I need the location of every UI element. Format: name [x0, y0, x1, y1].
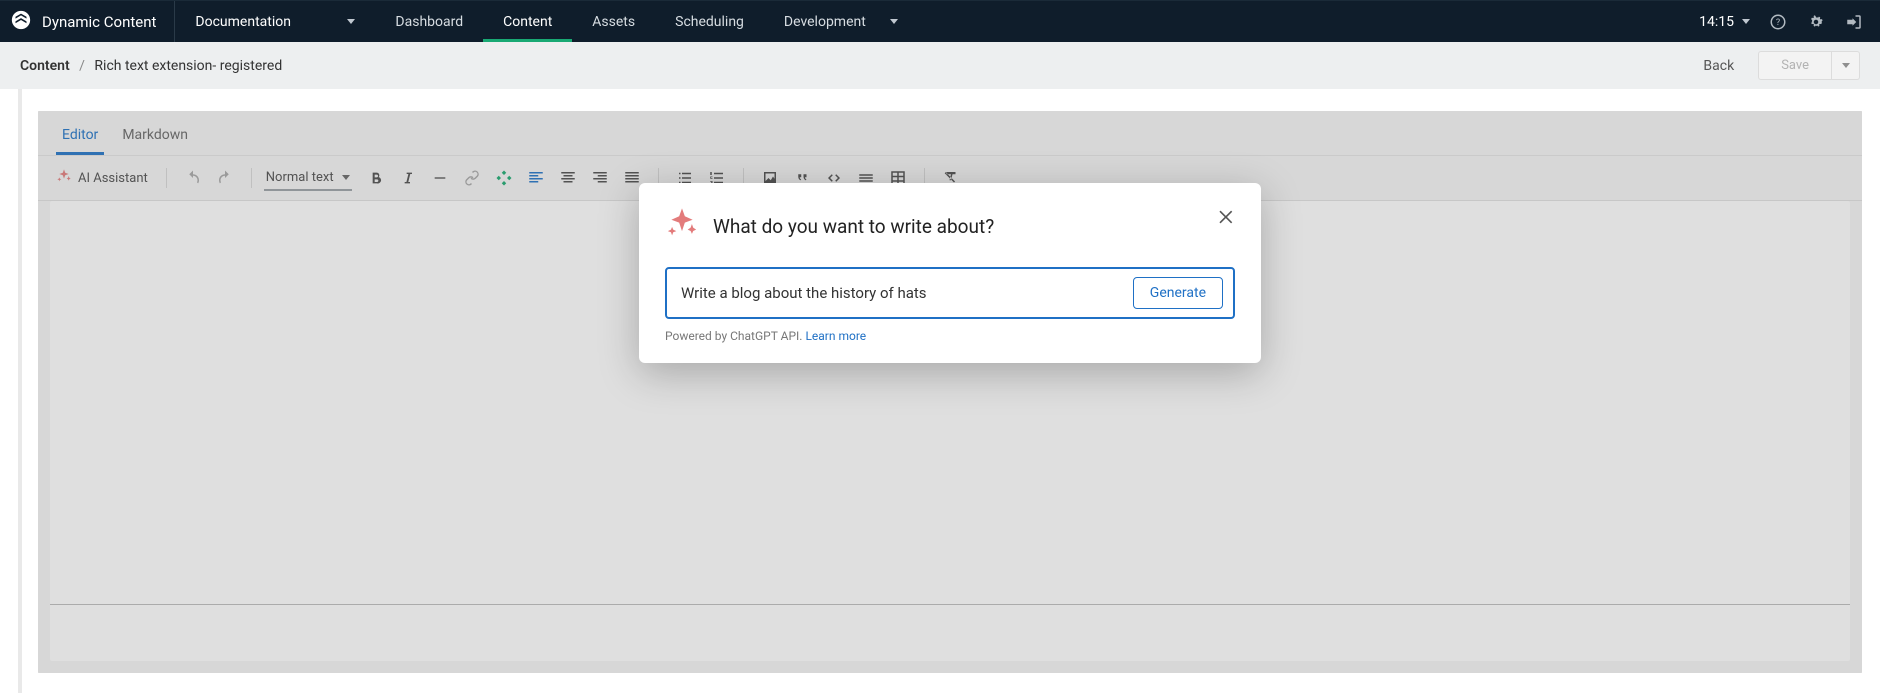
logout-icon[interactable]	[1844, 12, 1864, 32]
modal-overlay: What do you want to write about? Generat…	[38, 111, 1862, 673]
top-nav: Dynamic Content Documentation Dashboard …	[0, 0, 1880, 42]
save-dropdown-button[interactable]	[1832, 51, 1860, 80]
save-button[interactable]: Save	[1758, 51, 1832, 80]
powered-by-text: Powered by ChatGPT API.	[665, 329, 805, 343]
prompt-input-row: Generate	[665, 267, 1235, 319]
brand: Dynamic Content	[0, 1, 175, 42]
nav-tab-content[interactable]: Content	[483, 1, 572, 42]
breadcrumb-separator: /	[79, 58, 85, 74]
breadcrumb: Content / Rich text extension- registere…	[20, 58, 282, 74]
modal-footer: Powered by ChatGPT API. Learn more	[665, 329, 1235, 343]
main-nav-tabs: Dashboard Content Assets Scheduling Deve…	[375, 1, 917, 42]
prompt-input[interactable]	[681, 284, 1121, 302]
left-rail	[18, 89, 22, 693]
settings-icon[interactable]	[1806, 12, 1826, 32]
nav-tab-label: Dashboard	[395, 14, 463, 30]
nav-tab-label: Content	[503, 14, 552, 30]
back-link[interactable]: Back	[1703, 58, 1734, 74]
chevron-down-icon	[1842, 63, 1850, 68]
close-button[interactable]	[1213, 203, 1241, 231]
nav-tab-label: Scheduling	[675, 14, 744, 30]
brand-label: Dynamic Content	[42, 13, 156, 31]
chevron-down-icon	[1742, 19, 1750, 24]
subheader: Content / Rich text extension- registere…	[0, 42, 1880, 89]
nav-tab-assets[interactable]: Assets	[572, 1, 655, 42]
editor-card: Editor Markdown AI Assistant Normal text	[38, 111, 1862, 673]
hub-selector[interactable]: Documentation	[175, 1, 375, 42]
hub-name: Documentation	[195, 14, 291, 30]
ai-prompt-modal: What do you want to write about? Generat…	[639, 183, 1261, 363]
chevron-down-icon	[890, 19, 898, 24]
svg-text:?: ?	[1776, 18, 1780, 28]
modal-header: What do you want to write about?	[665, 207, 1235, 245]
nav-tab-scheduling[interactable]: Scheduling	[655, 1, 764, 42]
breadcrumb-current: Rich text extension- registered	[94, 58, 282, 74]
nav-right: 14:15 ?	[1699, 1, 1880, 42]
brand-logo-icon	[10, 9, 32, 35]
clock-time: 14:15	[1699, 14, 1734, 30]
save-button-group: Save	[1758, 51, 1860, 80]
chevron-down-icon	[347, 19, 355, 24]
close-icon	[1217, 207, 1237, 227]
subheader-actions: Back Save	[1703, 51, 1860, 80]
generate-button[interactable]: Generate	[1133, 277, 1223, 309]
breadcrumb-root[interactable]: Content	[20, 58, 70, 74]
nav-tab-dashboard[interactable]: Dashboard	[375, 1, 483, 42]
page-stage: Editor Markdown AI Assistant Normal text	[0, 89, 1880, 693]
learn-more-link[interactable]: Learn more	[805, 329, 866, 343]
nav-tab-label: Assets	[592, 14, 635, 30]
clock-display[interactable]: 14:15	[1699, 14, 1750, 30]
nav-tab-development[interactable]: Development	[764, 1, 918, 42]
modal-title: What do you want to write about?	[713, 215, 994, 238]
sparkle-icon	[665, 207, 699, 245]
nav-tab-label: Development	[784, 14, 866, 30]
help-icon[interactable]: ?	[1768, 12, 1788, 32]
